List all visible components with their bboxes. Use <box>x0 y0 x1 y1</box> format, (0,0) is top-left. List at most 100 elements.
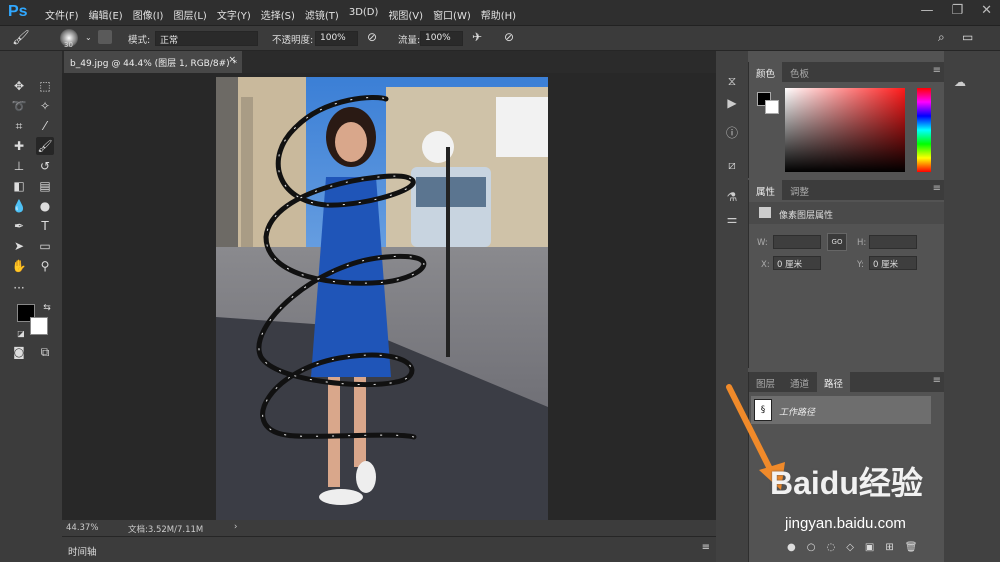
hand-tool-icon[interactable]: ✋ <box>10 257 28 275</box>
stroke-path-icon[interactable]: ○ <box>807 542 816 553</box>
lasso-tool-icon[interactable]: ➰ <box>10 97 28 115</box>
window-controls: — ❐ ✕ <box>920 3 992 18</box>
new-path-icon[interactable]: ⊞ <box>885 542 893 553</box>
panel-menu-icon[interactable]: ≡ <box>933 65 941 76</box>
history-icon[interactable]: ⧖ <box>722 71 742 91</box>
airbrush-icon[interactable]: ✈ <box>472 30 482 44</box>
menu-image[interactable]: 图像(I) <box>128 7 169 22</box>
panel-menu-icon[interactable]: ≡ <box>933 375 941 386</box>
rectangle-tool-icon[interactable]: ▭ <box>36 237 54 255</box>
pressure-opacity-icon[interactable]: ⊘ <box>367 30 377 44</box>
y-field[interactable]: 0 厘米 <box>869 256 917 270</box>
search-icon[interactable]: ⌕ <box>938 30 945 45</box>
default-colors-icon[interactable]: ◪ <box>12 325 30 343</box>
hue-slider[interactable] <box>917 88 931 172</box>
status-arrow-icon[interactable]: › <box>234 522 237 532</box>
pen-tool-icon[interactable]: ✒ <box>10 217 28 235</box>
menu-file[interactable]: 文件(F) <box>40 7 84 22</box>
add-mask-icon[interactable]: ▣ <box>865 542 874 553</box>
load-as-selection-icon[interactable]: ◌ <box>826 542 835 553</box>
color-picker-field[interactable] <box>785 88 905 172</box>
menu-layer[interactable]: 图层(L) <box>168 7 211 22</box>
timeline-label[interactable]: 时间轴 <box>68 544 97 558</box>
type-tool-icon[interactable]: T <box>36 217 54 235</box>
dodge-tool-icon[interactable]: ● <box>36 197 54 215</box>
magic-wand-icon[interactable]: ✧ <box>36 97 54 115</box>
canvas-area[interactable] <box>62 73 716 520</box>
swap-colors-icon[interactable]: ⇆ <box>38 299 56 317</box>
move-tool-icon[interactable]: ✥ <box>10 77 28 95</box>
zoom-readout[interactable]: 44.37% <box>66 523 98 533</box>
document-image[interactable] <box>216 77 548 520</box>
close-window-button[interactable]: ✕ <box>981 3 992 18</box>
tool-presets-icon[interactable]: ⚌ <box>722 209 742 229</box>
healing-brush-icon[interactable]: ✚ <box>10 137 28 155</box>
quick-mask-icon[interactable]: ◙ <box>10 343 28 361</box>
blur-tool-icon[interactable]: 💧 <box>10 197 28 215</box>
baidu-watermark: Baidu经验 <box>770 465 923 501</box>
eyedropper-icon[interactable]: ⁄ <box>36 117 54 135</box>
chevron-down-icon[interactable]: ⌄ <box>85 33 92 42</box>
marquee-tool-icon[interactable]: ⬚ <box>36 77 54 95</box>
brush-tool-icon[interactable]: 🖌 <box>12 30 30 46</box>
gradient-icon[interactable]: ▤ <box>36 177 54 195</box>
brush-tool-icon[interactable]: 🖌 <box>36 137 54 155</box>
properties-header: 像素图层属性 <box>749 202 945 224</box>
crop-tool-icon[interactable]: ⌗ <box>10 117 28 135</box>
minimize-button[interactable]: — <box>920 3 933 18</box>
brush-size-label: 30 <box>64 41 73 49</box>
glyphs-icon[interactable]: ⧄ <box>722 155 742 175</box>
photo-illustration <box>216 77 548 520</box>
restore-button[interactable]: ❐ <box>951 3 963 18</box>
tab-properties[interactable]: 属性 <box>749 180 783 200</box>
menu-view[interactable]: 视图(V) <box>383 7 428 22</box>
tab-color[interactable]: 颜色 <box>749 62 783 82</box>
screen-mode-icon[interactable]: ⧉ <box>36 343 54 361</box>
menu-type[interactable]: 文字(Y) <box>212 7 256 22</box>
photoshop-logo: Ps <box>8 3 28 20</box>
document-tab[interactable]: b_49.jpg @ 44.4% (图层 1, RGB/8#) * × <box>64 51 242 73</box>
flow-field[interactable]: 100% <box>420 31 463 46</box>
make-work-path-icon[interactable]: ◇ <box>846 542 854 553</box>
opacity-label: 不透明度: <box>272 35 314 46</box>
menu-3d[interactable]: 3D(D) <box>344 7 384 22</box>
document-tab-bar: b_49.jpg @ 44.4% (图层 1, RGB/8#) * × <box>62 51 716 73</box>
zoom-tool-icon[interactable]: ⚲ <box>36 257 54 275</box>
background-color-swatch[interactable] <box>30 317 48 335</box>
menu-edit[interactable]: 编辑(E) <box>84 7 128 22</box>
tab-paths[interactable]: 路径 <box>817 372 851 392</box>
link-dimensions-button[interactable]: GO <box>827 233 847 251</box>
menu-window[interactable]: 窗口(W) <box>428 7 476 22</box>
path-selection-icon[interactable]: ➤ <box>10 237 28 255</box>
width-field[interactable] <box>773 235 821 249</box>
x-field[interactable]: 0 厘米 <box>773 256 821 270</box>
more-tools-icon[interactable]: ··· <box>10 279 28 297</box>
tab-adjustments[interactable]: 调整 <box>783 180 816 200</box>
info-icon[interactable]: ⓘ <box>722 123 742 143</box>
close-tab-icon[interactable]: × <box>228 55 236 65</box>
tools-panel: ✥ ⬚ ➰ ✧ ⌗ ⁄ ✚ 🖌 ⊥ ↺ ◧ ▤ 💧 ● ✒ T ➤ ▭ ✋ ⚲ … <box>0 51 62 562</box>
menu-select[interactable]: 选择(S) <box>256 7 300 22</box>
libraries-icon[interactable]: ☁ <box>954 75 974 89</box>
clone-stamp-icon[interactable]: ⊥ <box>10 157 28 175</box>
history-brush-icon[interactable]: ↺ <box>36 157 54 175</box>
menu-help[interactable]: 帮助(H) <box>476 7 521 22</box>
opacity-field[interactable]: 100% <box>315 31 358 46</box>
panel-menu-icon[interactable]: ≡ <box>702 542 710 553</box>
brush-panel-icon[interactable] <box>98 30 112 44</box>
eraser-icon[interactable]: ◧ <box>10 177 28 195</box>
mode-select[interactable]: 正常 <box>155 31 258 46</box>
pressure-size-icon[interactable]: ⊘ <box>504 30 514 44</box>
menu-bar: Ps 文件(F) 编辑(E) 图像(I) 图层(L) 文字(Y) 选择(S) 滤… <box>0 0 1000 26</box>
panel-menu-icon[interactable]: ≡ <box>933 183 941 194</box>
height-field[interactable] <box>869 235 917 249</box>
menu-filter[interactable]: 滤镜(T) <box>300 7 344 22</box>
flow-label: 流量: <box>398 35 421 46</box>
fill-path-icon[interactable]: ● <box>787 542 796 553</box>
play-icon[interactable]: ▶ <box>722 93 742 113</box>
tab-swatches[interactable]: 色板 <box>783 62 816 82</box>
brush-settings-icon[interactable]: ⚗ <box>722 187 742 207</box>
background-color-swatch[interactable] <box>765 100 779 114</box>
workspace-icon[interactable]: ▭ <box>962 30 973 44</box>
delete-path-icon[interactable]: 🗑 <box>905 542 918 553</box>
